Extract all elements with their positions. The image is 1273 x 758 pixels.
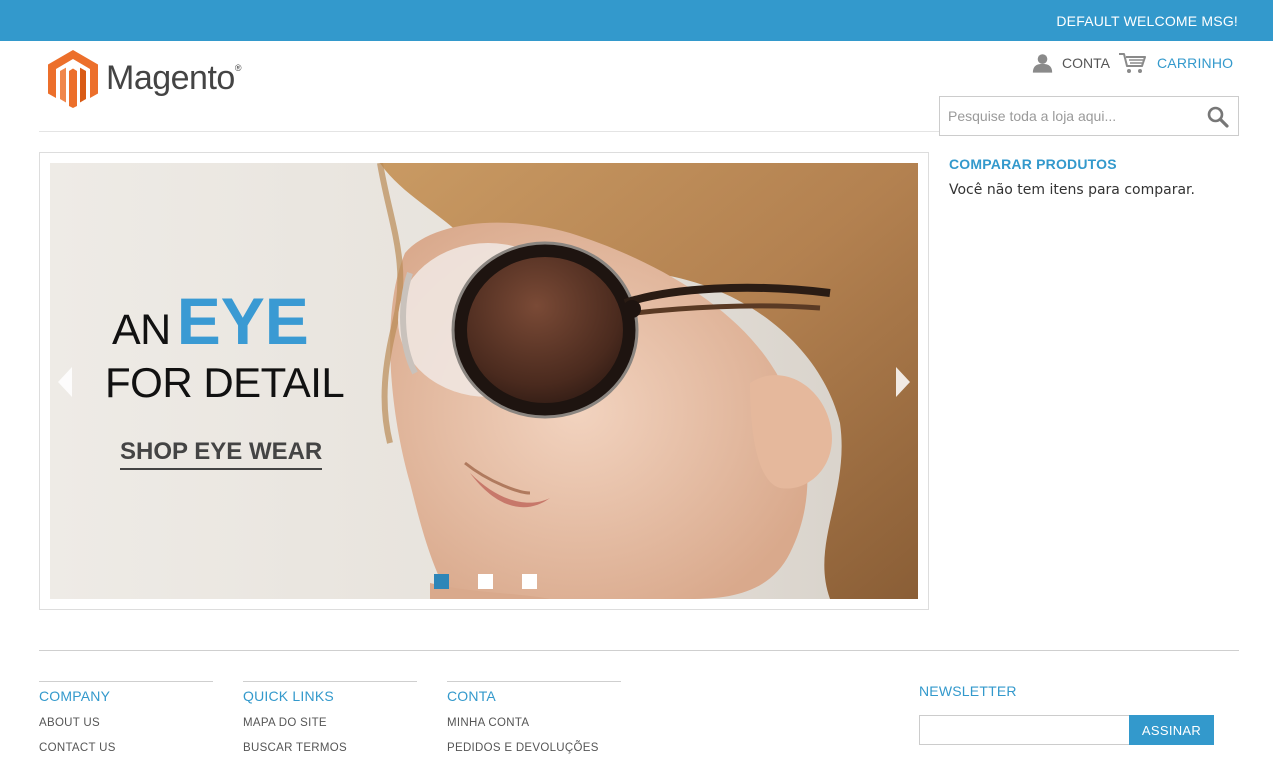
search-box — [939, 96, 1239, 136]
chevron-right-icon[interactable] — [894, 365, 912, 399]
banner-slider: ANEYE FOR DETAIL SHOP EYE WEAR — [39, 152, 929, 610]
footer-link-about-us[interactable]: ABOUT US — [39, 717, 213, 742]
compare-products-title: COMPARAR PRODUTOS — [949, 156, 1117, 172]
footer-link-my-account[interactable]: MINHA CONTA — [447, 717, 621, 742]
footer-column-title: COMPANY — [39, 688, 111, 704]
search-icon[interactable] — [1207, 106, 1229, 128]
footer-link-search-terms[interactable]: BUSCAR TERMOS — [243, 742, 417, 758]
cart-link[interactable]: CARRINHO — [1118, 51, 1233, 75]
newsletter-title: NEWSLETTER — [919, 683, 1017, 699]
cart-icon — [1119, 53, 1146, 73]
slider-dot-3[interactable] — [522, 574, 537, 589]
footer-column-quick-links: QUICK LINKS MAPA DO SITE BUSCAR TERMOS — [243, 681, 417, 758]
footer-divider — [39, 650, 1239, 651]
logo-wordmark: Magento® — [106, 58, 241, 97]
newsletter-email-input[interactable] — [919, 715, 1130, 745]
footer-link-contact-us[interactable]: CONTACT US — [39, 742, 213, 758]
account-link[interactable]: CONTA — [1032, 51, 1110, 75]
banner-headline-1: ANEYE — [112, 284, 309, 358]
header-divider — [39, 131, 939, 132]
top-bar: DEFAULT WELCOME MSG! — [0, 0, 1273, 41]
site-logo[interactable]: Magento® — [48, 50, 248, 108]
footer-column-company: COMPANY ABOUT US CONTACT US — [39, 681, 213, 758]
account-label: CONTA — [1062, 55, 1110, 71]
slider-pagination — [434, 574, 537, 589]
footer-link-orders-returns[interactable]: PEDIDOS E DEVOLUÇÕES — [447, 742, 621, 758]
magento-logo-icon — [48, 50, 98, 108]
footer-link-site-map[interactable]: MAPA DO SITE — [243, 717, 417, 742]
footer-column-account: CONTA MINHA CONTA PEDIDOS E DEVOLUÇÕES — [447, 681, 621, 758]
compare-empty-message: Você não tem itens para comparar. — [949, 182, 1195, 198]
welcome-message: DEFAULT WELCOME MSG! — [1056, 13, 1238, 29]
shop-eye-wear-link[interactable]: SHOP EYE WEAR — [120, 438, 323, 470]
slider-dot-1[interactable] — [434, 574, 449, 589]
banner-slide[interactable]: ANEYE FOR DETAIL SHOP EYE WEAR — [50, 163, 918, 599]
banner-headline-2: FOR DETAIL — [105, 359, 345, 406]
footer-column-title: QUICK LINKS — [243, 688, 334, 704]
slider-dot-2[interactable] — [478, 574, 493, 589]
footer-column-title: CONTA — [447, 688, 496, 704]
chevron-left-icon[interactable] — [56, 365, 74, 399]
user-icon — [1032, 54, 1053, 73]
search-input[interactable] — [948, 106, 1198, 126]
cart-label: CARRINHO — [1157, 55, 1234, 71]
subscribe-button[interactable]: ASSINAR — [1129, 715, 1214, 745]
